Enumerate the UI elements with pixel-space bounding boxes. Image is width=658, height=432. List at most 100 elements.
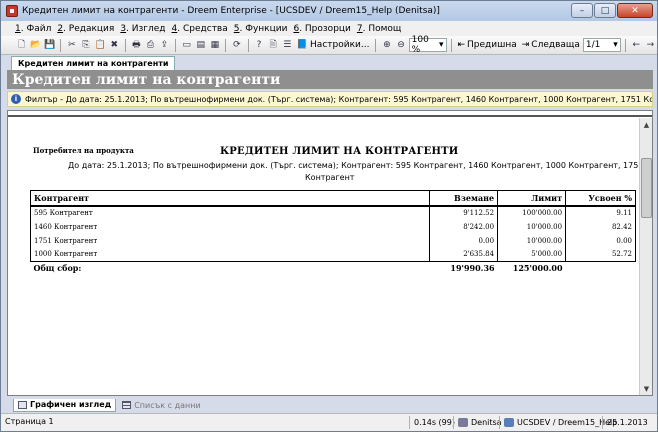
cell-receivable: 0.00 (429, 233, 499, 248)
refresh-icon[interactable]: ⟳ (230, 38, 243, 52)
computer-icon (504, 418, 514, 427)
cell-counterparty: 1460 Контрагент (29, 219, 431, 234)
cell-receivable: 9'112.52 (429, 205, 499, 220)
zoom-out-icon[interactable]: ⊖ (395, 38, 408, 52)
cell-used-pct: 52.72 (565, 247, 636, 262)
total-label: Общ сбор: (33, 263, 82, 274)
view-tabs: Графичен изглед Списък с данни (7, 398, 653, 412)
scroll-up-icon[interactable]: ▲ (640, 118, 653, 131)
zoom-in-icon[interactable]: ⊕ (380, 38, 393, 52)
status-user: Denitsa (453, 416, 502, 429)
minimize-button[interactable]: – (571, 3, 593, 18)
report-table: Контрагент Вземане Лимит Усвоен % 595 Ко… (29, 190, 636, 275)
open-icon[interactable]: 📂 (29, 38, 42, 52)
status-bar: Страница 1 0.14s (99) Denitsa UCSDEV / D… (1, 413, 657, 431)
table-row: 1751 Контрагент 0.00 10'000.00 0.00 (29, 233, 636, 248)
chevron-down-icon: ▾ (438, 40, 444, 50)
report-subtitle-cont: Контрагент (305, 173, 355, 182)
toolbar-separator (225, 38, 227, 52)
tab-credit-limit[interactable]: Кредитен лимит на контрагенти (11, 56, 176, 70)
help-icon[interactable]: ? (252, 38, 265, 52)
toolbar-separator (450, 38, 452, 52)
total-receivable: 19'990.36 (450, 263, 495, 274)
toolbar-separator (375, 38, 377, 52)
cell-used-pct: 0.00 (565, 233, 636, 248)
scroll-down-icon[interactable]: ▼ (640, 382, 653, 395)
export-icon[interactable]: ⇪ (158, 38, 171, 52)
filter-text: Филтър - До дата: 25.1.2013; По вътрешно… (25, 94, 653, 104)
print-icon[interactable]: 🖶 (130, 38, 143, 52)
properties-icon[interactable]: ☰ (281, 38, 294, 52)
menu-file[interactable]: 1. Файл (15, 24, 51, 34)
report-title: КРЕДИТЕН ЛИМИТ НА КОНТРАГЕНТИ (220, 146, 459, 157)
cell-limit: 10'000.00 (497, 233, 567, 248)
zoom-select[interactable]: 100 % ▾ (408, 35, 447, 55)
window-icon[interactable]: ▭ (180, 38, 193, 52)
copy-icon[interactable]: ⎘ (79, 38, 92, 52)
cell-used-pct: 9.11 (565, 205, 636, 220)
col-header-receivable: Вземане (429, 190, 499, 207)
previous-page-button[interactable]: ⇤ Предишна (455, 38, 518, 53)
total-empty (566, 262, 636, 275)
title-bar[interactable]: Кредитен лимит на контрагенти - Dreem En… (1, 1, 657, 21)
menu-windows[interactable]: 6. Прозорци (293, 24, 350, 34)
back-arrow-icon[interactable]: ← (630, 38, 643, 52)
window-title: Кредитен лимит на контрагенти - Dreem En… (22, 6, 440, 16)
maximize-button[interactable]: □ (594, 3, 616, 18)
report-subtitle: До дата: 25.1.2013; По вътрешнофирмени д… (68, 161, 644, 170)
col-header-limit: Лимит (497, 190, 567, 207)
grid-icon[interactable]: ▦ (208, 38, 221, 52)
book-icon: 📘 (296, 40, 309, 50)
menu-tools[interactable]: 4. Средства (172, 24, 228, 34)
toolbar: 🗋 📂 💾 ✂ ⎘ 📋 ✖ 🖶 ⎙ ⇪ ▭ ▤ ▦ ⟳ ? 🗎 ☰ 📘 Настр… (1, 35, 657, 55)
table-row: 595 Контрагент 9'112.52 100'000.00 9.11 (29, 205, 636, 220)
scroll-thumb[interactable] (641, 158, 652, 218)
toolbar-separator (124, 38, 126, 52)
next-page-button[interactable]: ⇥ Следваща (520, 38, 582, 53)
cell-receivable: 2'635.84 (429, 247, 499, 262)
graphic-view-icon (18, 400, 27, 409)
list-view-icon (122, 401, 132, 409)
tab-graphic-view[interactable]: Графичен изглед (13, 398, 117, 412)
save-icon[interactable]: 💾 (43, 38, 56, 52)
table-row: 1000 Контрагент 2'635.84 5'000.00 52.72 (29, 247, 636, 262)
info-icon: i (11, 94, 21, 104)
forward-arrow-icon[interactable]: → (644, 38, 657, 52)
print-preview-icon[interactable]: ⎙ (144, 38, 157, 52)
chevron-down-icon: ▾ (613, 40, 618, 50)
cell-limit: 10'000.00 (497, 219, 567, 234)
settings-button[interactable]: 📘 Настройки... (295, 38, 372, 53)
doc-icon[interactable]: 🗎 (267, 38, 280, 52)
menu-view[interactable]: 3. Изглед (120, 24, 165, 34)
menu-edit[interactable]: 2. Редакция (57, 24, 114, 34)
new-icon[interactable]: 🗋 (15, 38, 28, 52)
close-button[interactable]: ✕ (617, 3, 653, 18)
paste-icon[interactable]: 📋 (94, 38, 107, 52)
status-timing: 0.14s (99) (409, 416, 455, 429)
page-title: Кредитен лимит на контрагенти (7, 70, 653, 89)
total-limit: 125'000.00 (512, 263, 563, 274)
status-server: UCSDEV / Dreem15_Help (499, 416, 617, 429)
cell-counterparty: 595 Контрагент (29, 205, 431, 220)
tile-icon[interactable]: ▤ (194, 38, 207, 52)
tab-data-list[interactable]: Списък с данни (118, 399, 204, 412)
toolbar-separator (60, 38, 62, 52)
status-page: Страница 1 (5, 417, 54, 426)
page-select[interactable]: 1/1 ▾ (582, 38, 621, 52)
cell-used-pct: 82.42 (565, 219, 636, 234)
cell-counterparty: 1000 Контрагент (29, 247, 431, 262)
delete-icon[interactable]: ✖ (108, 38, 121, 52)
app-window: Кредитен лимит на контрагенти - Dreem En… (0, 0, 658, 432)
report-viewer: Потребител на продукта КРЕДИТЕН ЛИМИТ НА… (7, 110, 653, 396)
cut-icon[interactable]: ✂ (65, 38, 78, 52)
menu-help[interactable]: 7. Помощ (357, 24, 402, 34)
menu-functions[interactable]: 5. Функции (234, 24, 288, 34)
col-header-used-pct: Усвоен % (565, 190, 636, 207)
filter-bar: i Филтър - До дата: 25.1.2013; По вътреш… (7, 91, 653, 107)
status-date: 25.1.2013 (602, 416, 648, 429)
user-icon (458, 418, 468, 427)
cell-counterparty: 1751 Контрагент (29, 233, 431, 248)
total-row: Общ сбор: 19'990.36 125'000.00 (31, 262, 636, 275)
table-header-row: Контрагент Вземане Лимит Усвоен % (29, 190, 636, 207)
vertical-scrollbar[interactable]: ▲ ▼ (639, 118, 652, 395)
